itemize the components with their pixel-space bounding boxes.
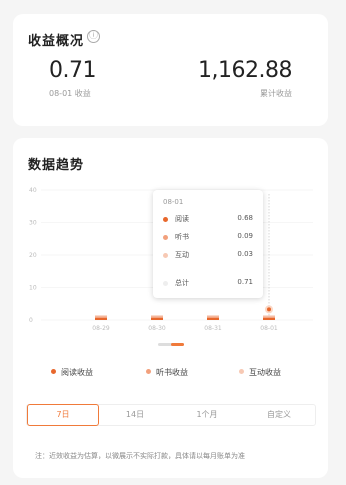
interaction-dot-icon	[163, 253, 168, 258]
info-icon[interactable]: ⓘ	[87, 30, 100, 43]
tooltip-label: 互动	[175, 251, 189, 259]
tab-14-days[interactable]: 14日	[99, 405, 171, 425]
bar-segment	[263, 316, 275, 318]
yesterday-earnings-label: 08-01 收益	[49, 89, 91, 98]
legend-label: 听书收益	[156, 368, 188, 377]
tooltip-label: 总计	[175, 279, 189, 287]
total-earnings-value: 1,162.88	[198, 58, 292, 83]
x-tick-label: 08-30	[148, 325, 166, 332]
bar-segment	[207, 317, 219, 320]
tooltip-label: 听书	[175, 233, 189, 241]
bar-segment	[263, 315, 275, 317]
tab-custom[interactable]: 自定义	[243, 405, 315, 425]
range-tabs: 7日 14日 1个月 自定义	[26, 404, 316, 426]
y-tick-label: 0	[29, 317, 33, 324]
earnings-note: 注：近效收益为估算，以微展示不实际打款，具体请以每月账单为准	[35, 452, 245, 460]
tooltip-row-total: 总计 0.71	[163, 278, 253, 290]
y-tick-label: 20	[29, 252, 37, 259]
x-tick-label: 08-01	[260, 325, 278, 332]
overview-title: 收益概况	[28, 34, 85, 49]
bar-segment	[95, 315, 107, 317]
chart-scroll-thumb[interactable]	[171, 343, 184, 346]
yesterday-earnings-value: 0.71	[49, 58, 96, 83]
y-tick-label: 10	[29, 285, 37, 292]
overview-card: 收益概况 ⓘ 0.71 08-01 收益 1,162.88 累计收益	[13, 14, 328, 126]
trend-card: 数据趋势 40 30 20 10 0 08-29 08-30 08-31 08-01 08-01…	[13, 138, 328, 478]
tab-1-month[interactable]: 1个月	[171, 405, 243, 425]
tooltip-value: 0.68	[237, 214, 253, 222]
reading-dot-icon	[163, 217, 168, 222]
listening-dot-icon	[146, 369, 151, 374]
reading-dot-icon	[51, 369, 56, 374]
bar-segment	[151, 317, 163, 320]
bar-segment	[207, 315, 219, 317]
tooltip-row-reading: 阅读 0.68	[163, 214, 253, 226]
tooltip-value: 0.71	[237, 278, 253, 286]
chart-tooltip: 08-01 阅读 0.68 听书 0.09 互动 0.03 总计 0.71	[153, 190, 263, 298]
bar-segment	[263, 317, 275, 320]
bar-segment	[95, 317, 107, 320]
legend-label: 互动收益	[249, 368, 281, 377]
interaction-dot-icon	[239, 369, 244, 374]
highlight-point	[265, 305, 273, 314]
total-dot-icon	[163, 281, 168, 286]
legend-label: 阅读收益	[61, 368, 93, 377]
tooltip-row-listening: 听书 0.09	[163, 232, 253, 244]
y-tick-label: 30	[29, 220, 37, 227]
bar-segment	[95, 316, 107, 318]
tooltip-value: 0.03	[237, 250, 253, 258]
chart-legend: 阅读收益 听书收益 互动收益	[13, 367, 328, 379]
trend-title: 数据趋势	[28, 158, 85, 173]
bar-segment	[151, 315, 163, 317]
y-tick-label: 40	[29, 187, 37, 194]
chart-scroll-indicator[interactable]	[158, 343, 184, 346]
tooltip-row-interaction: 互动 0.03	[163, 250, 253, 262]
tooltip-date: 08-01	[163, 198, 184, 206]
tab-7-days[interactable]: 7日	[27, 404, 99, 426]
bar-segment	[151, 316, 163, 318]
total-earnings-label: 累计收益	[260, 89, 292, 98]
tooltip-label: 阅读	[175, 215, 189, 223]
tooltip-value: 0.09	[237, 232, 253, 240]
bar-segment	[207, 316, 219, 318]
x-tick-label: 08-31	[204, 325, 222, 332]
listening-dot-icon	[163, 235, 168, 240]
x-tick-label: 08-29	[92, 325, 110, 332]
